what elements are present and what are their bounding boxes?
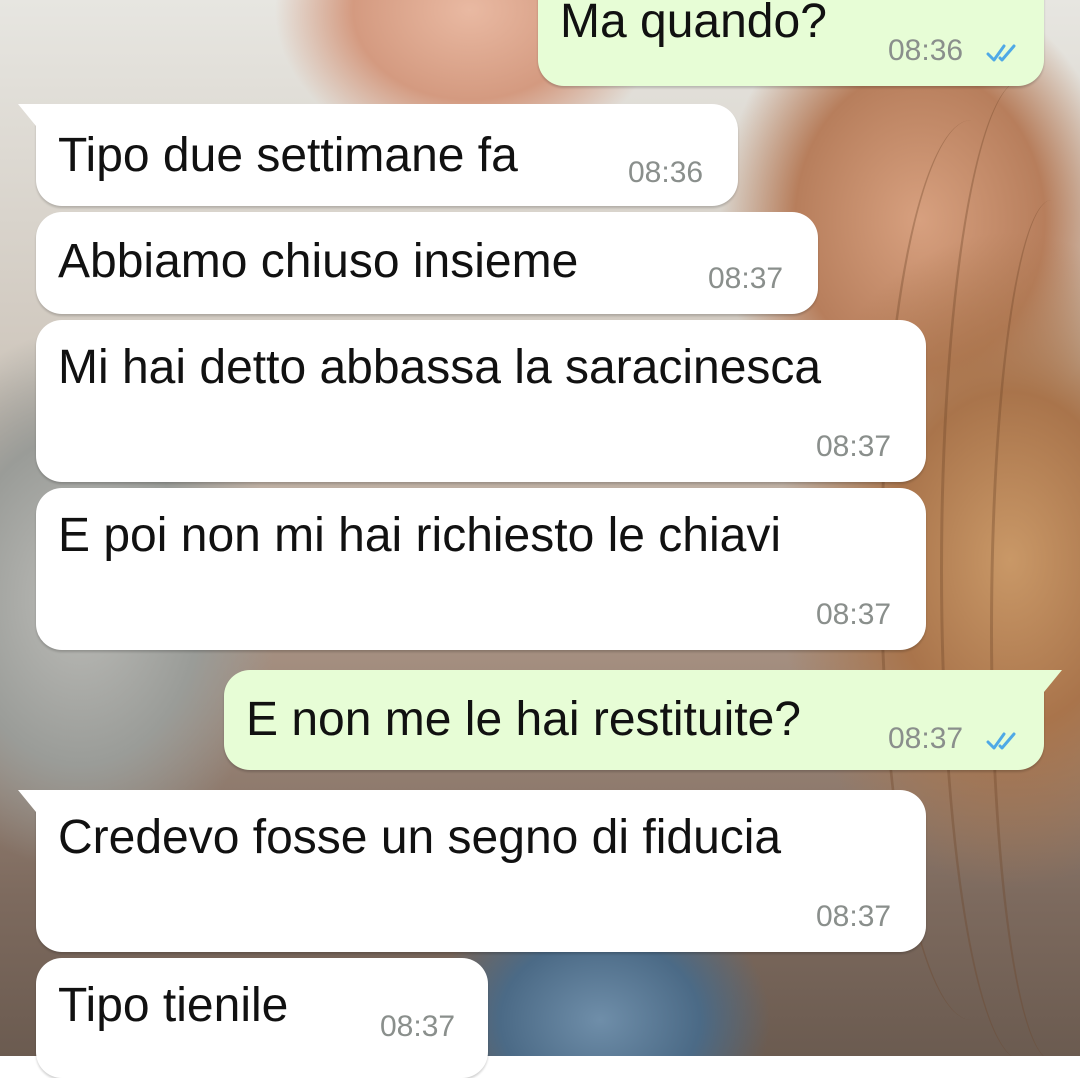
bubble-tail (18, 104, 36, 126)
message-bubble-incoming[interactable]: Mi hai detto abbassa la saracinesca 08:3… (36, 320, 926, 482)
message-bubble-incoming[interactable]: E poi non mi hai richiesto le chiavi 08:… (36, 488, 926, 650)
message-timestamp: 08:37 (888, 722, 964, 755)
message-text: Mi hai detto abbassa la saracinesca (58, 341, 822, 394)
message-text: E poi non mi hai richiesto le chiavi (58, 509, 782, 562)
message-bubble-incoming[interactable]: Tipo due settimane fa 08:36 (18, 104, 738, 206)
bubble-tail (18, 790, 36, 812)
message-bubble-incoming[interactable]: Credevo fosse un segno di fiducia 08:37 (18, 790, 926, 952)
message-text: Tipo tienile (58, 979, 289, 1032)
read-double-check-icon (986, 44, 1016, 62)
message-bubble-incoming[interactable]: Tipo tienile 08:37 (36, 958, 488, 1078)
message-text: Credevo fosse un segno di fiducia (58, 811, 782, 864)
message-timestamp: 08:37 (816, 430, 892, 463)
message-bubble-outgoing[interactable]: Ma quando? 08:36 (538, 0, 1044, 86)
message-timestamp: 08:37 (380, 1010, 456, 1043)
message-text: Ma quando? (560, 0, 827, 48)
message-timestamp: 08:36 (888, 34, 964, 67)
message-text: Abbiamo chiuso insieme (58, 235, 579, 288)
message-timestamp: 08:37 (708, 262, 784, 295)
message-timestamp: 08:36 (628, 156, 704, 189)
read-double-check-icon (986, 732, 1016, 750)
message-text: E non me le hai restituite? (246, 693, 801, 746)
message-bubble-outgoing[interactable]: E non me le hai restituite? 08:37 (224, 670, 1062, 770)
message-timestamp: 08:37 (816, 598, 892, 631)
message-bubble-incoming[interactable]: Abbiamo chiuso insieme 08:37 (36, 212, 818, 314)
message-timestamp: 08:37 (816, 900, 892, 933)
bubble-tail (1044, 670, 1062, 692)
message-text: Tipo due settimane fa (58, 129, 518, 182)
